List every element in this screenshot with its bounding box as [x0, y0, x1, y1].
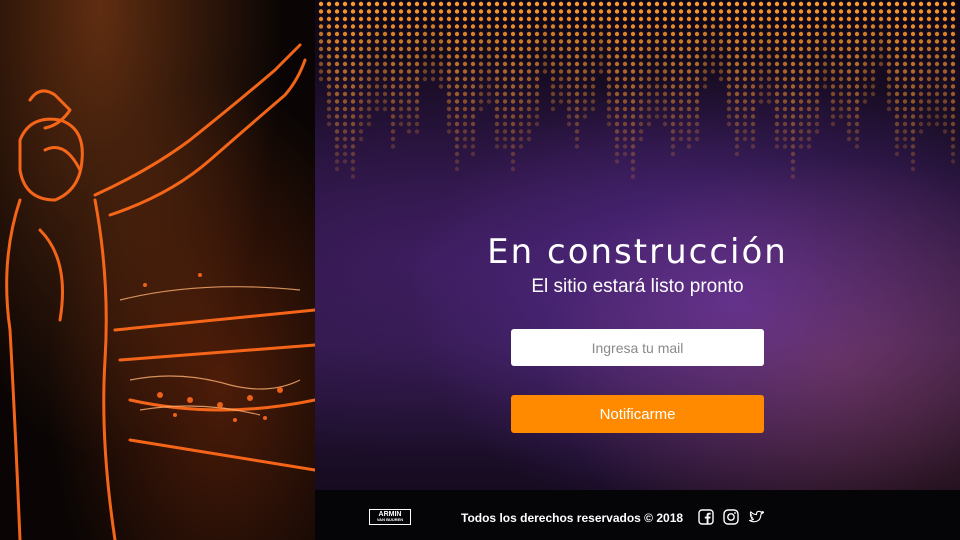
instagram-icon[interactable]	[723, 509, 739, 525]
footer: ARMIN VAN BUUREN Todos los derechos rese…	[315, 490, 960, 540]
brand-logo: ARMIN VAN BUUREN	[369, 509, 411, 525]
facebook-icon[interactable]	[698, 509, 714, 525]
page-title: En construcción	[487, 232, 788, 272]
brand-logo-line2: VAN BUUREN	[376, 517, 404, 522]
copyright-text: Todos los derechos reservados © 2018	[461, 511, 684, 525]
notify-button[interactable]: Notificarme	[511, 395, 764, 433]
twitter-icon[interactable]	[748, 509, 765, 525]
page-subtitle: El sitio estará listo pronto	[531, 276, 744, 297]
email-field[interactable]	[511, 329, 764, 366]
equalizer-dots	[318, 1, 956, 179]
dj-neon-artwork	[0, 0, 315, 540]
dj-silhouette-illustration	[5, 43, 315, 540]
